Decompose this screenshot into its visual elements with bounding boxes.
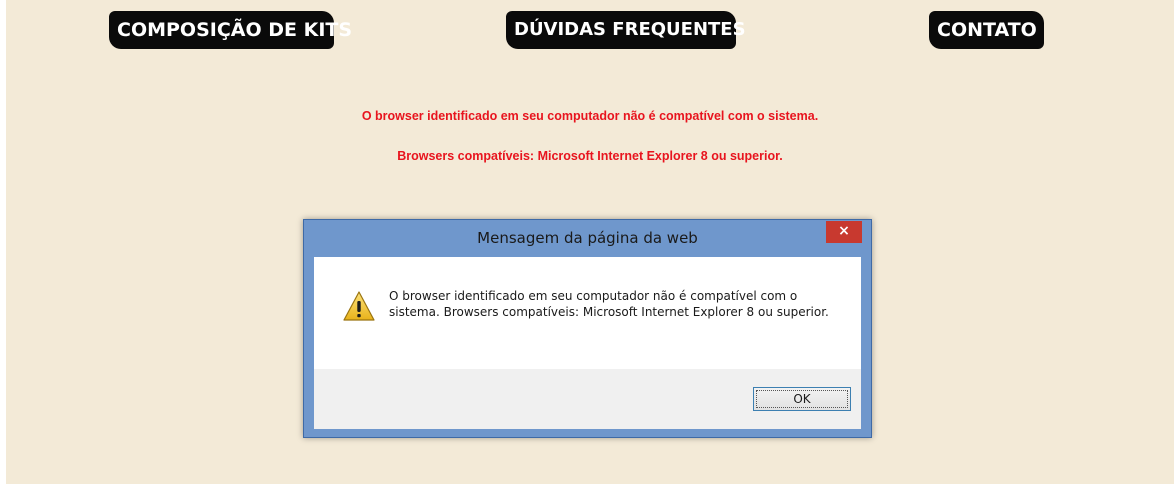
focus-ring (756, 390, 848, 408)
nav-button-label: DÚVIDAS FREQUENTES (514, 19, 746, 40)
compatible-browsers-text: Browsers compatíveis: Microsoft Internet… (397, 149, 783, 163)
nav-button-duvidas-frequentes[interactable]: DÚVIDAS FREQUENTES (506, 11, 746, 49)
nav-button-label: CONTATO (937, 19, 1037, 41)
dialog-footer: OK (314, 369, 861, 429)
alert-dialog: Mensagem da página da web × O browser id… (303, 219, 872, 438)
close-icon: × (838, 223, 850, 239)
warning-icon (343, 291, 375, 321)
page-background: COMPOSIÇÃO DE KITS DÚVIDAS FREQUENTES CO… (6, 0, 1174, 484)
dialog-message: O browser identificado em seu computador… (389, 289, 829, 319)
browser-warning-text: O browser identificado em seu computador… (361, 109, 819, 123)
nav-button-composicao-de-kits[interactable]: COMPOSIÇÃO DE KITS (109, 11, 352, 49)
ok-button[interactable]: OK (753, 387, 851, 411)
nav-button-contato[interactable]: CONTATO (929, 11, 1044, 49)
dialog-title: Mensagem da página da web (477, 229, 698, 247)
dialog-body: O browser identificado em seu computador… (314, 257, 861, 369)
close-button[interactable]: × (826, 221, 862, 243)
nav-button-label: COMPOSIÇÃO DE KITS (117, 19, 353, 41)
